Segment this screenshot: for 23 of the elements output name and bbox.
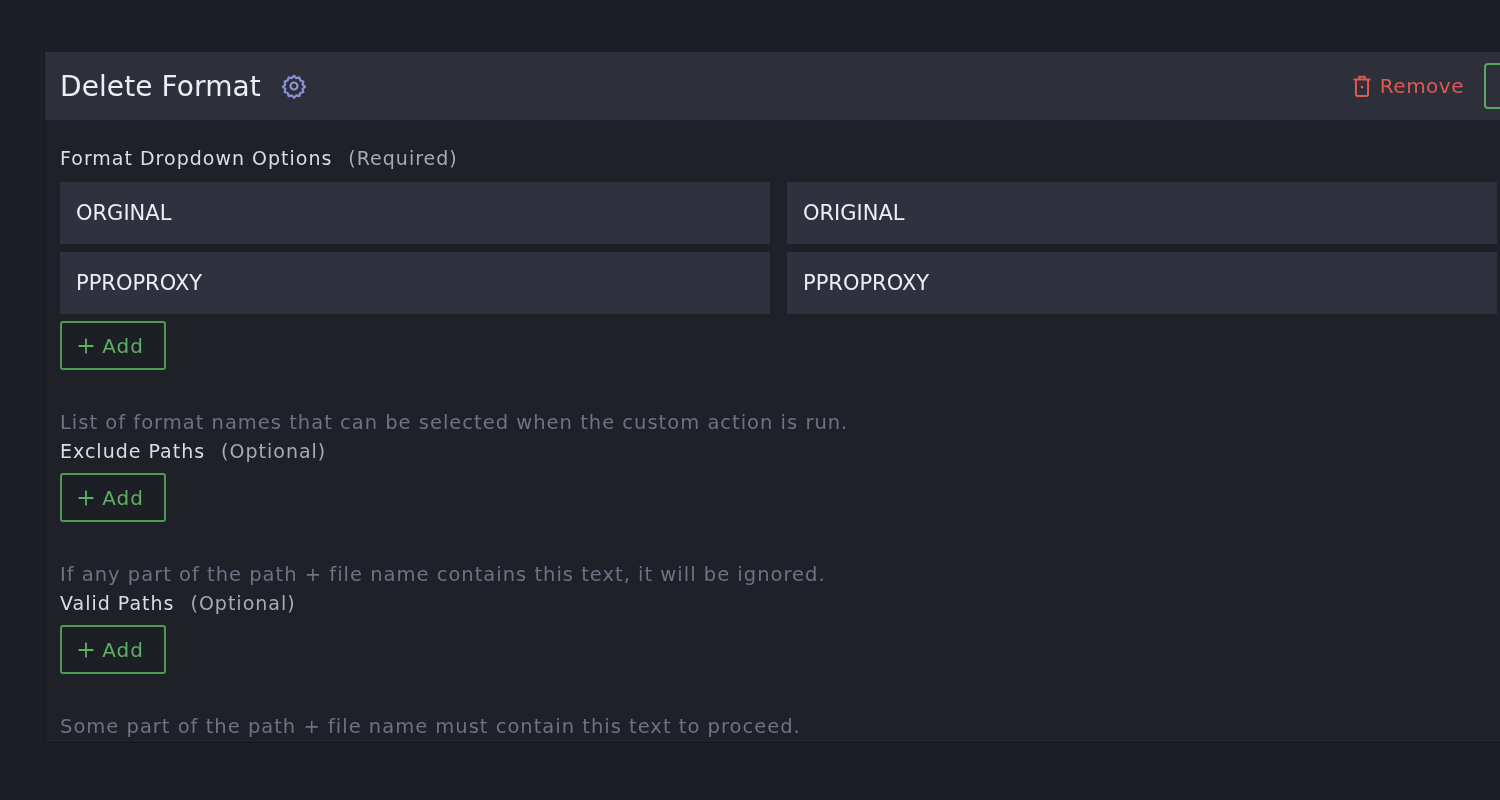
value-input[interactable]: ORIGINAL [787, 182, 1497, 244]
help-text: Some part of the path + file name must contain this text to proceed. [60, 715, 801, 739]
add-button[interactable]: Add [60, 473, 166, 522]
value-input[interactable]: PPROPROXY [787, 252, 1497, 314]
help-text: If any part of the path + file name contains this text, it will be ignored. [60, 563, 826, 587]
field-label: Format Dropdown Options [60, 146, 333, 170]
field-label: Valid Paths [60, 591, 175, 615]
requirement-label: (Optional) [190, 591, 296, 615]
requirement-label: (Required) [348, 146, 458, 170]
add-button[interactable]: Add [60, 321, 166, 370]
requirement-label: (Optional) [221, 439, 327, 463]
add-button[interactable]: Add [60, 625, 166, 674]
plus-icon [78, 489, 95, 506]
key-input[interactable]: ORGINAL [60, 182, 770, 244]
field-label: Exclude Paths [60, 439, 206, 463]
settings-icon[interactable] [280, 73, 307, 99]
help-text: List of format names that can be selected when the custom action is run. [60, 411, 849, 435]
remove-button[interactable]: Remove [1352, 74, 1464, 98]
panel-title: Delete Format [60, 69, 261, 103]
plus-icon [78, 337, 95, 354]
plus-icon [78, 641, 95, 658]
trash-icon [1352, 75, 1371, 97]
key-input[interactable]: PPROPROXY [60, 252, 770, 314]
